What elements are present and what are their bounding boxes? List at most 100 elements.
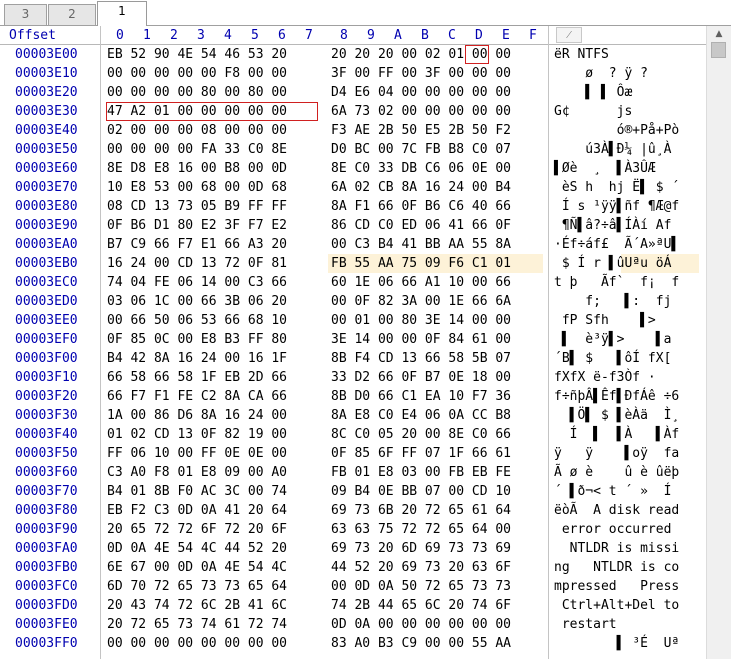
hex-row[interactable]: 00003F00 B4 42 8A 16 24 00 16 1F 8B F4 CD … <box>0 349 706 368</box>
hex-bytes-right[interactable]: F3 AE 2B 50 E5 2B 50 F2 <box>331 121 511 140</box>
row-offset[interactable]: 00003FA0 <box>15 539 78 558</box>
row-offset[interactable]: 00003F70 <box>15 482 78 501</box>
hex-bytes-right[interactable]: 86 CD C0 ED 06 41 66 0F <box>331 216 511 235</box>
hex-row[interactable]: 00003EF0 0F 85 0C 00 E8 B3 FF 80 3E 14 00 … <box>0 330 706 349</box>
hex-row[interactable]: 00003EB0 16 24 00 CD 13 72 0F 81 FB 55 AA … <box>0 254 706 273</box>
hex-row[interactable]: 00003EA0 B7 C9 66 F7 E1 66 A3 20 00 C3 B4 … <box>0 235 706 254</box>
hex-row[interactable]: 00003E40 02 00 00 00 08 00 00 00 F3 AE 2B … <box>0 121 706 140</box>
hex-row[interactable]: 00003E90 0F B6 D1 80 E2 3F F7 E2 86 CD C0 … <box>0 216 706 235</box>
hex-bytes-left[interactable]: 10 E8 53 00 68 00 0D 68 <box>107 178 287 197</box>
hex-bytes-right[interactable]: 8A E8 C0 E4 06 0A CC B8 <box>331 406 511 425</box>
row-offset[interactable]: 00003EE0 <box>15 311 78 330</box>
hex-row[interactable]: 00003F50 FF 06 10 00 FF 0E 0E 00 0F 85 6F … <box>0 444 706 463</box>
row-offset[interactable]: 00003E00 <box>15 45 78 64</box>
hex-row[interactable]: 00003F10 66 58 66 58 1F EB 2D 66 33 D2 66 … <box>0 368 706 387</box>
hex-row[interactable]: 00003E20 00 00 00 00 80 00 80 00 D4 E6 04 … <box>0 83 706 102</box>
hex-bytes-left[interactable]: FF 06 10 00 FF 0E 0E 00 <box>107 444 287 463</box>
hex-bytes-right[interactable]: 60 1E 06 66 A1 10 00 66 <box>331 273 511 292</box>
hex-bytes-right[interactable]: 00 C3 B4 41 BB AA 55 8A <box>331 235 511 254</box>
ascii-text[interactable]: mpressed Press <box>554 577 679 596</box>
ascii-text[interactable]: Ã ø è û è ûëþ <box>554 463 679 482</box>
ascii-text[interactable]: ó®+På+Pò <box>554 121 680 140</box>
hex-row[interactable]: 00003E50 00 00 00 00 FA 33 C0 8E D0 BC 00 … <box>0 140 706 159</box>
hex-bytes-right[interactable]: 6A 73 02 00 00 00 00 00 <box>331 102 511 121</box>
row-offset[interactable]: 00003E40 <box>15 121 78 140</box>
hex-bytes-left[interactable]: B7 C9 66 F7 E1 66 A3 20 <box>107 235 287 254</box>
tab-3[interactable]: 3 <box>4 4 47 25</box>
row-offset[interactable]: 00003F00 <box>15 349 78 368</box>
row-offset[interactable]: 00003F90 <box>15 520 78 539</box>
ascii-text[interactable]: fP Sfh ▌> <box>554 311 656 330</box>
ascii-text[interactable]: fXfX ë-f3Òf · <box>554 368 656 387</box>
hex-bytes-left[interactable]: 66 F7 F1 FE C2 8A CA 66 <box>107 387 287 406</box>
hex-bytes-left[interactable]: 20 65 72 72 6F 72 20 6F <box>107 520 287 539</box>
hex-bytes-right[interactable]: 0D 0A 00 00 00 00 00 00 <box>331 615 511 634</box>
ascii-text[interactable]: ▌ ³É Uª <box>554 634 680 653</box>
ascii-text[interactable]: Ctrl+Alt+Del to <box>554 596 679 615</box>
hex-bytes-left[interactable]: 08 CD 13 73 05 B9 FF FF <box>107 197 287 216</box>
hex-rows[interactable]: 00003E00 EB 52 90 4E 54 46 53 20 20 20 20 … <box>0 45 706 659</box>
hex-bytes-right[interactable]: D4 E6 04 00 00 00 00 00 <box>331 83 511 102</box>
hex-bytes-right[interactable]: FB 55 AA 75 09 F6 C1 01 <box>331 254 511 273</box>
hex-row[interactable]: 00003EC0 74 04 FE 06 14 00 C3 66 60 1E 06 … <box>0 273 706 292</box>
row-offset[interactable]: 00003F50 <box>15 444 78 463</box>
hex-bytes-right[interactable]: 00 0F 82 3A 00 1E 66 6A <box>331 292 511 311</box>
hex-bytes-left[interactable]: 0F B6 D1 80 E2 3F F7 E2 <box>107 216 287 235</box>
ascii-text[interactable]: G¢ js <box>554 102 632 121</box>
ascii-text[interactable]: Í ▌ ▌À ▌Àf <box>554 425 680 444</box>
hex-bytes-left[interactable]: 1A 00 86 D6 8A 16 24 00 <box>107 406 287 425</box>
hex-bytes-right[interactable]: FB 01 E8 03 00 FB EB FE <box>331 463 511 482</box>
ascii-text[interactable]: ´ ▌ð¬< t ´ » Í <box>554 482 671 501</box>
hex-bytes-left[interactable]: 00 00 00 00 FA 33 C0 8E <box>107 140 287 159</box>
ascii-text[interactable]: f; ▌: fj <box>554 292 671 311</box>
ascii-text[interactable]: ng NTLDR is co <box>554 558 679 577</box>
row-offset[interactable]: 00003FF0 <box>15 634 78 653</box>
hex-bytes-right[interactable]: 09 B4 0E BB 07 00 CD 10 <box>331 482 511 501</box>
row-offset[interactable]: 00003E10 <box>15 64 78 83</box>
tab-2[interactable]: 2 <box>48 4 96 25</box>
scroll-thumb[interactable] <box>711 42 726 58</box>
hex-bytes-left[interactable]: C3 A0 F8 01 E8 09 00 A0 <box>107 463 287 482</box>
ascii-text[interactable]: error occurred <box>554 520 672 539</box>
ascii-text[interactable]: èS h hj Ë▌ $ ´ <box>554 178 679 197</box>
hex-row[interactable]: 00003FC0 6D 70 72 65 73 73 65 64 00 0D 0A … <box>0 577 706 596</box>
row-offset[interactable]: 00003EC0 <box>15 273 78 292</box>
hex-bytes-right[interactable]: 69 73 6B 20 72 65 61 64 <box>331 501 511 520</box>
row-offset[interactable]: 00003E70 <box>15 178 78 197</box>
row-offset[interactable]: 00003FE0 <box>15 615 78 634</box>
hex-row[interactable]: 00003F40 01 02 CD 13 0F 82 19 00 8C C0 05 … <box>0 425 706 444</box>
hex-bytes-left[interactable]: 03 06 1C 00 66 3B 06 20 <box>107 292 287 311</box>
row-offset[interactable]: 00003EB0 <box>15 254 78 273</box>
hex-bytes-right[interactable]: 8B F4 CD 13 66 58 5B 07 <box>331 349 511 368</box>
hex-row[interactable]: 00003F70 B4 01 8B F0 AC 3C 00 74 09 B4 0E … <box>0 482 706 501</box>
ascii-text[interactable]: ÿ ÿ ▌oÿ fa <box>554 444 679 463</box>
row-offset[interactable]: 00003E50 <box>15 140 78 159</box>
scroll-up-arrow-icon[interactable]: ▲ <box>707 26 731 42</box>
hex-bytes-left[interactable]: 00 00 00 00 00 00 00 00 <box>107 634 287 653</box>
ascii-header-button[interactable]: ⁄ <box>556 27 582 43</box>
hex-row[interactable]: 00003E00 EB 52 90 4E 54 46 53 20 20 20 20 … <box>0 45 706 64</box>
hex-bytes-left[interactable]: 66 58 66 58 1F EB 2D 66 <box>107 368 287 387</box>
row-offset[interactable]: 00003EA0 <box>15 235 78 254</box>
hex-row[interactable]: 00003FB0 6E 67 00 0D 0A 4E 54 4C 44 52 20 … <box>0 558 706 577</box>
hex-bytes-left[interactable]: 00 00 00 00 80 00 80 00 <box>107 83 287 102</box>
row-offset[interactable]: 00003EF0 <box>15 330 78 349</box>
row-offset[interactable]: 00003E90 <box>15 216 78 235</box>
hex-bytes-left[interactable]: EB F2 C3 0D 0A 41 20 64 <box>107 501 287 520</box>
hex-row[interactable]: 00003FE0 20 72 65 73 74 61 72 74 0D 0A 00 … <box>0 615 706 634</box>
hex-bytes-right[interactable]: 83 A0 B3 C9 00 00 55 AA <box>331 634 511 653</box>
row-offset[interactable]: 00003F10 <box>15 368 78 387</box>
ascii-text[interactable]: NTLDR is missi <box>554 539 680 558</box>
hex-bytes-left[interactable]: 00 66 50 06 53 66 68 10 <box>107 311 287 330</box>
hex-bytes-left[interactable]: 0D 0A 4E 54 4C 44 52 20 <box>107 539 287 558</box>
hex-row[interactable]: 00003F80 EB F2 C3 0D 0A 41 20 64 69 73 6B … <box>0 501 706 520</box>
ascii-text[interactable]: $ Í r ▌ûUªu öÁ <box>554 254 672 273</box>
hex-bytes-right[interactable]: 8C C0 05 20 00 8E C0 66 <box>331 425 511 444</box>
hex-bytes-right[interactable]: 6A 02 CB 8A 16 24 00 B4 <box>331 178 511 197</box>
hex-bytes-right[interactable]: 33 D2 66 0F B7 0E 18 00 <box>331 368 511 387</box>
row-offset[interactable]: 00003F80 <box>15 501 78 520</box>
hex-row[interactable]: 00003FA0 0D 0A 4E 54 4C 44 52 20 69 73 20 … <box>0 539 706 558</box>
row-offset[interactable]: 00003E30 <box>15 102 78 121</box>
hex-row[interactable]: 00003FF0 00 00 00 00 00 00 00 00 83 A0 B3 … <box>0 634 706 653</box>
ascii-text[interactable]: ø ? ÿ ? <box>554 64 648 83</box>
